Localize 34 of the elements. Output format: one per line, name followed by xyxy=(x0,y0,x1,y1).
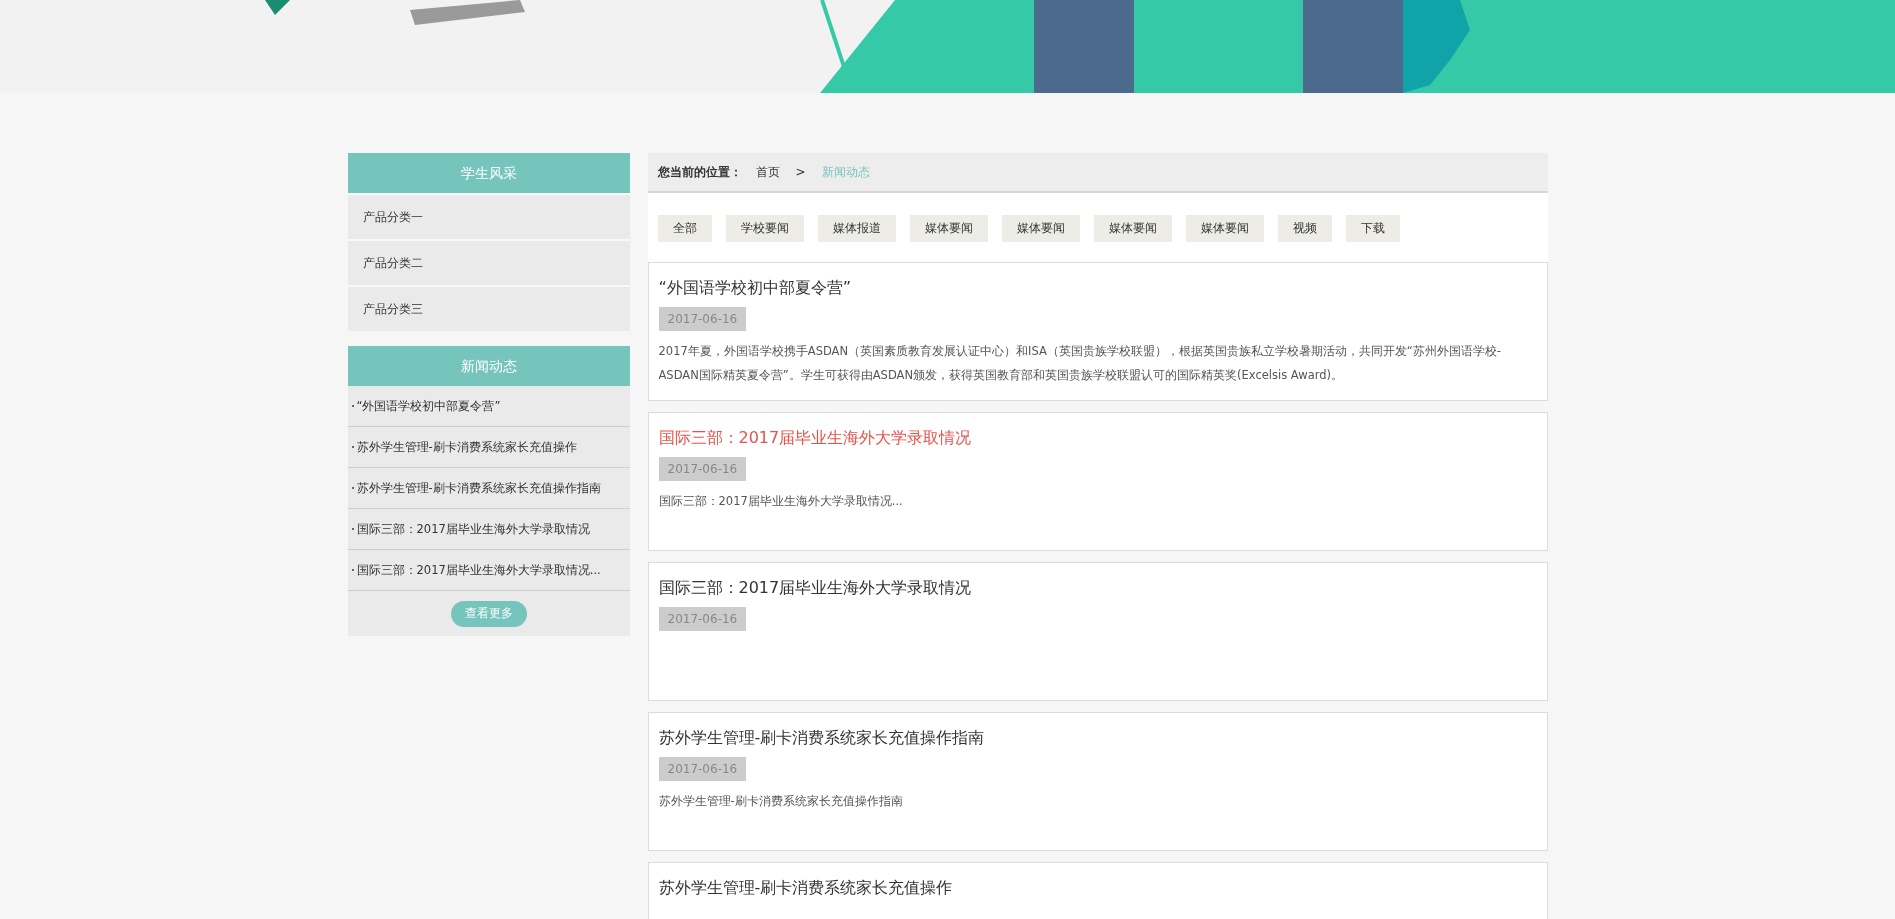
location-label: 您当前的位置： xyxy=(657,163,742,181)
category-tab[interactable]: 视频 xyxy=(1277,215,1332,242)
category-tab[interactable]: 学校要闻 xyxy=(725,215,804,242)
news-link[interactable]: 国际三部：2017届毕业生海外大学录取情况... xyxy=(356,550,601,590)
date-tag: 2017-06-16 xyxy=(658,307,747,331)
news-link[interactable]: 国际三部：2017届毕业生海外大学录取情况 xyxy=(356,509,590,549)
article-title[interactable]: 苏外学生管理-刷卡消费系统家长充值操作指南 xyxy=(658,727,985,749)
category-link[interactable]: 产品分类二 xyxy=(347,239,630,285)
section-title: 新闻动态 xyxy=(347,346,630,386)
category-tab[interactable]: 媒体要闻 xyxy=(909,215,988,242)
breadcrumb-link[interactable]: 首页 xyxy=(755,163,780,181)
category-tab[interactable]: 媒体要闻 xyxy=(1001,215,1080,242)
breadcrumb-separator: > xyxy=(795,165,806,179)
category-link[interactable]: 产品分类三 xyxy=(347,285,630,331)
category-tab[interactable]: 媒体要闻 xyxy=(1185,215,1264,242)
section-title: 学生风采 xyxy=(347,153,630,193)
article-excerpt: 2017年夏，外国语学校携手ASDAN（英国素质教育发展认证中心）和ISA（英国贵族学校联盟），根据英国贵族私立学校暑期活动，共同开发“苏州外国语学校-ASDAN国际精英夏令营”。学生可获得由ASDAN颁发，获得英国教育部和英国贵族学校联盟认可的国际精英奖(Excelsis Award)。 xyxy=(658,343,1502,384)
article-excerpt: 苏外学生管理-刷卡消费系统家长充值操作指南 xyxy=(658,793,903,810)
date-tag: 2017-06-16 xyxy=(658,607,747,631)
date-tag: 2017-06-16 xyxy=(658,457,747,481)
news-link[interactable]: “外国语学校初中部夏令营” xyxy=(356,386,501,426)
article-title[interactable]: 国际三部：2017届毕业生海外大学录取情况 xyxy=(658,577,972,599)
article-title[interactable]: “外国语学校初中部夏令营” xyxy=(658,277,852,299)
category-link[interactable]: 产品分类一 xyxy=(347,193,630,239)
category-tab[interactable]: 媒体要闻 xyxy=(1093,215,1172,242)
category-tab[interactable]: 下载 xyxy=(1345,215,1400,242)
article-title[interactable]: 苏外学生管理-刷卡消费系统家长充值操作 xyxy=(658,877,953,899)
news-link[interactable]: 苏外学生管理-刷卡消费系统家长充值操作 xyxy=(356,427,577,467)
date-tag: 2017-06-16 xyxy=(658,757,747,781)
news-link[interactable]: 苏外学生管理-刷卡消费系统家长充值操作指南 xyxy=(356,468,601,508)
category-tab[interactable]: 全部 xyxy=(657,215,712,242)
article-excerpt: 国际三部：2017届毕业生海外大学录取情况... xyxy=(658,493,903,510)
article-title[interactable]: 国际三部：2017届毕业生海外大学录取情况 xyxy=(658,427,972,449)
category-tab[interactable]: 媒体报道 xyxy=(817,215,896,242)
